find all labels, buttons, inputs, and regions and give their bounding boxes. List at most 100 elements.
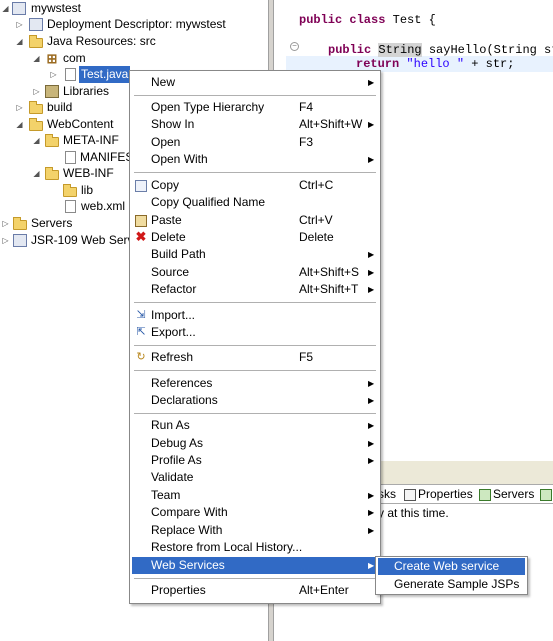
tree-label: build	[47, 100, 73, 114]
tree-label: META-INF	[63, 133, 119, 147]
code-text: Test {	[385, 13, 436, 27]
tree-node-java-resources[interactable]: ◢ Java Resources: src	[0, 33, 260, 50]
menu-item-declarations[interactable]: Declarations ▶	[132, 392, 378, 409]
web-services-submenu: Create Web service Generate Sample JSPs	[375, 556, 528, 595]
menu-shortcut: F3	[299, 135, 314, 149]
menu-item-copy-qualified-name[interactable]: Copy Qualified Name	[132, 194, 378, 211]
menu-item-open-with[interactable]: Open With ▶	[132, 151, 378, 168]
collapse-arrow-icon[interactable]: ◢	[1, 0, 10, 17]
menu-item-refactor[interactable]: Refactor Alt+Shift+T ▶	[132, 281, 378, 298]
tree-label: lib	[81, 183, 94, 197]
expand-arrow-icon[interactable]: ▷	[15, 99, 24, 116]
menu-label: Compare With	[151, 505, 228, 519]
menu-item-source[interactable]: Source Alt+Shift+S ▶	[132, 264, 378, 281]
expand-arrow-icon[interactable]: ▷	[32, 83, 41, 100]
menu-item-debug-as[interactable]: Debug As ▶	[132, 435, 378, 452]
menu-item-replace-with[interactable]: Replace With ▶	[132, 522, 378, 539]
menu-shortcut: F4	[299, 100, 314, 114]
menu-item-copy[interactable]: Copy Ctrl+C	[132, 177, 378, 194]
java-file-icon	[65, 68, 76, 81]
menu-item-delete[interactable]: ✖ Delete Delete	[132, 229, 378, 246]
menu-item-open[interactable]: Open F3	[132, 134, 378, 151]
tree-label: WEB-INF	[63, 166, 114, 180]
menu-label: Refresh	[151, 350, 194, 364]
menu-item-generate-sample-jsps[interactable]: Generate Sample JSPs	[378, 576, 525, 593]
menu-label: Import...	[151, 308, 196, 322]
folder-icon	[13, 217, 27, 230]
menu-item-build-path[interactable]: Build Path ▶	[132, 246, 378, 263]
folder-icon	[63, 184, 77, 197]
submenu-arrow-icon: ▶	[368, 155, 375, 164]
submenu-arrow-icon: ▶	[368, 268, 375, 277]
tree-node-package-com[interactable]: ◢ ⊞ com	[0, 50, 260, 67]
tree-label: Libraries	[63, 84, 110, 98]
descriptor-icon	[29, 18, 43, 31]
menu-label: Properties	[151, 583, 206, 597]
menu-item-references[interactable]: References ▶	[132, 375, 378, 392]
tree-node-deployment-descriptor[interactable]: ▷ Deployment Descriptor: mywstest	[0, 16, 260, 33]
menu-label: Open With	[151, 152, 208, 166]
submenu-arrow-icon: ▶	[368, 396, 375, 405]
menu-item-open-type-hierarchy[interactable]: Open Type Hierarchy F4	[132, 99, 378, 116]
tab-properties[interactable]: Properties	[404, 487, 473, 501]
expand-arrow-icon[interactable]: ▷	[15, 16, 24, 33]
collapse-arrow-icon[interactable]: ◢	[15, 33, 24, 50]
menu-item-create-web-service[interactable]: Create Web service	[378, 558, 525, 575]
menu-label: Open Type Hierarchy	[151, 100, 265, 114]
menu-item-show-in[interactable]: Show In Alt+Shift+W ▶	[132, 116, 378, 133]
submenu-arrow-icon: ▶	[368, 379, 375, 388]
menu-label: Profile As	[151, 453, 202, 467]
menu-label: New	[151, 75, 176, 89]
string-literal: "hello "	[406, 57, 465, 71]
menu-item-compare-with[interactable]: Compare With ▶	[132, 504, 378, 521]
collapse-arrow-icon[interactable]: ◢	[32, 132, 41, 149]
menu-item-validate[interactable]: Validate	[132, 469, 378, 486]
menu-item-restore-local-history[interactable]: Restore from Local History...	[132, 539, 378, 556]
tree-node-project[interactable]: ◢ mywstest	[0, 0, 260, 17]
menu-item-new[interactable]: New ▶	[132, 74, 378, 91]
menu-label: Open	[151, 135, 181, 149]
expand-arrow-icon[interactable]: ▷	[1, 215, 10, 232]
menu-label: Copy	[151, 178, 180, 192]
menu-label: Validate	[151, 470, 194, 484]
menu-label: Paste	[151, 213, 182, 227]
menu-item-profile-as[interactable]: Profile As ▶	[132, 452, 378, 469]
file-icon	[65, 151, 76, 164]
menu-label: Generate Sample JSPs	[394, 577, 520, 591]
menu-item-run-as[interactable]: Run As ▶	[132, 417, 378, 434]
menu-item-properties[interactable]: Properties Alt+Enter	[132, 582, 378, 599]
menu-label: Delete	[151, 230, 186, 244]
xml-file-icon	[65, 200, 76, 213]
menu-item-paste[interactable]: Paste Ctrl+V	[132, 212, 378, 229]
submenu-arrow-icon: ▶	[368, 561, 375, 570]
expand-arrow-icon[interactable]: ▷	[49, 66, 58, 83]
code-text: sayHello(String str	[421, 43, 553, 57]
menu-item-web-services[interactable]: Web Services ▶	[132, 557, 378, 574]
menu-separator	[134, 345, 376, 346]
menu-item-team[interactable]: Team ▶	[132, 487, 378, 504]
menu-item-refresh[interactable]: ↻ Refresh F5	[132, 349, 378, 366]
tree-label: mywstest	[31, 1, 82, 15]
menu-label: Restore from Local History...	[151, 540, 303, 554]
menu-separator	[134, 370, 376, 371]
menu-item-import[interactable]: ⇲ Import...	[132, 307, 378, 324]
fold-toggle-icon[interactable]: −	[290, 42, 299, 51]
collapse-arrow-icon[interactable]: ◢	[32, 165, 41, 182]
collapse-arrow-icon[interactable]: ◢	[15, 116, 24, 133]
menu-label: Build Path	[151, 247, 206, 261]
menu-shortcut: Ctrl+V	[299, 213, 333, 227]
expand-arrow-icon[interactable]: ▷	[1, 232, 10, 249]
import-icon: ⇲	[136, 309, 146, 321]
menu-shortcut: Alt+Shift+S	[299, 265, 360, 279]
submenu-arrow-icon: ▶	[368, 120, 375, 129]
collapse-arrow-icon[interactable]: ◢	[32, 50, 41, 67]
tab-servers[interactable]: Servers	[479, 487, 534, 501]
menu-shortcut: F5	[299, 350, 314, 364]
menu-item-export[interactable]: ⇱ Export...	[132, 324, 378, 341]
menu-separator	[134, 578, 376, 579]
tree-label: web.xml	[81, 199, 126, 213]
tab-overflow[interactable]	[540, 487, 553, 501]
menu-label: Run As	[151, 418, 190, 432]
menu-shortcut: Ctrl+C	[299, 178, 334, 192]
submenu-arrow-icon: ▶	[368, 491, 375, 500]
